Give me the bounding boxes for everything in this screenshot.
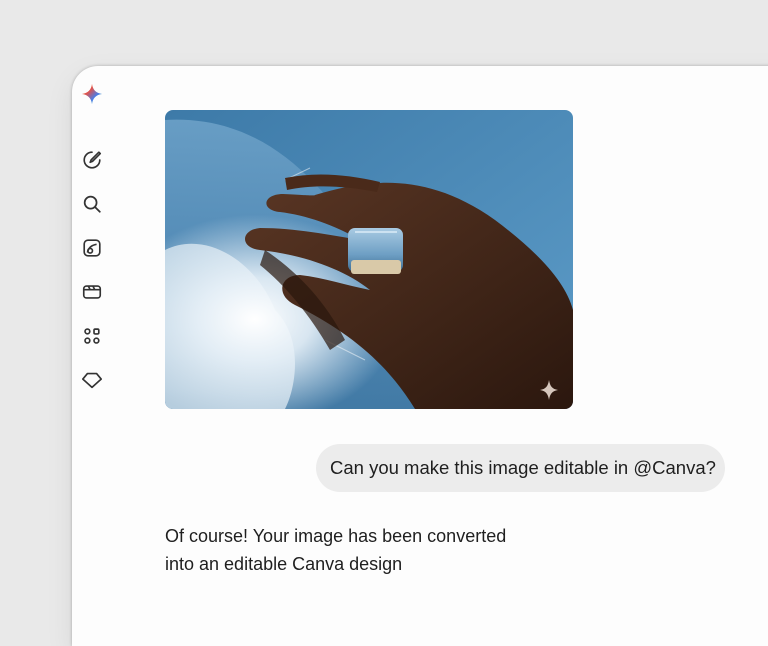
search-icon[interactable] — [80, 192, 104, 216]
gem-icon[interactable] — [80, 368, 104, 392]
assistant-reply: Of course! Your image has been converted… — [165, 522, 585, 578]
assistant-reply-line: Of course! Your image has been converted — [165, 526, 507, 546]
new-chat-icon[interactable] — [80, 148, 104, 172]
assistant-reply-line: into an editable Canva design — [165, 554, 403, 574]
user-message-text: Can you make this image editable in @Can… — [330, 457, 716, 478]
media-library-icon[interactable] — [80, 236, 104, 260]
gemini-spark-icon[interactable] — [80, 82, 104, 106]
uploaded-image[interactable] — [165, 110, 573, 409]
app-window: Can you make this image editable in @Can… — [72, 66, 768, 646]
video-icon[interactable] — [80, 280, 104, 304]
apps-icon[interactable] — [80, 324, 104, 348]
sidebar-rail — [72, 66, 112, 646]
user-message-bubble: Can you make this image editable in @Can… — [316, 444, 725, 492]
